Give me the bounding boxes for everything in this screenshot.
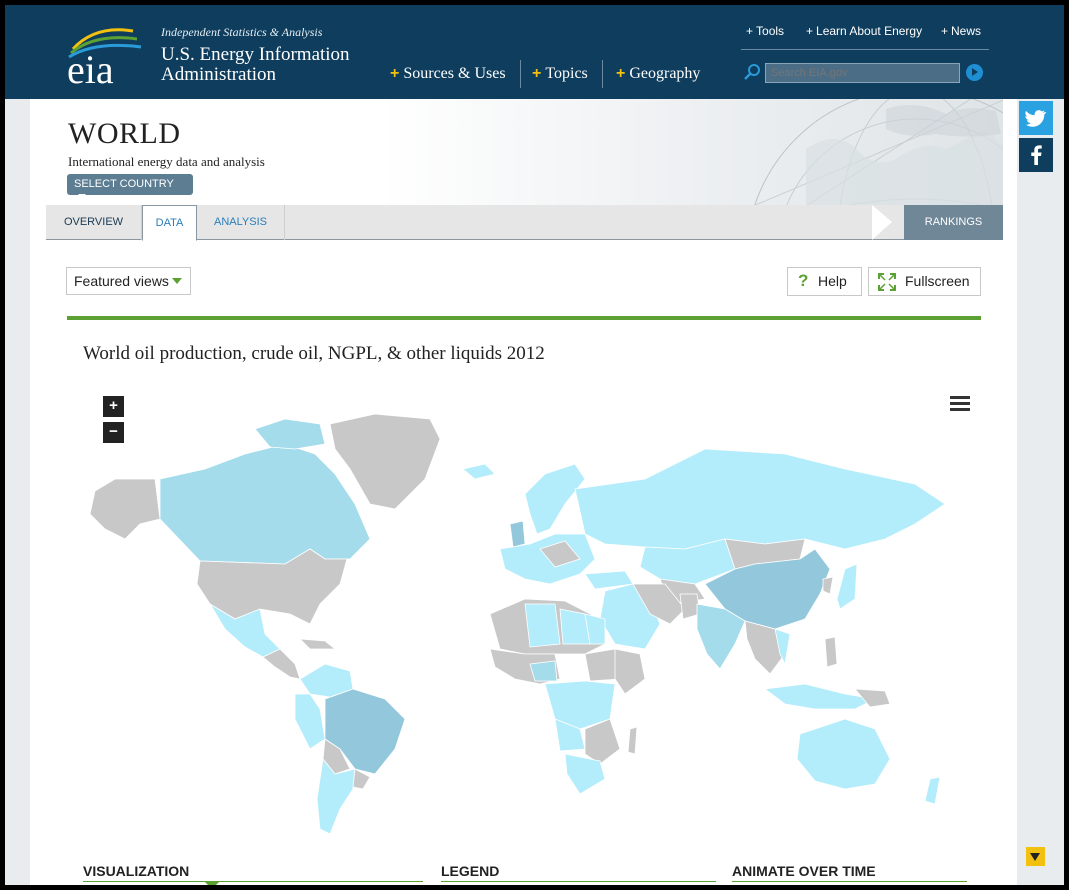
nav-divider: [602, 60, 603, 88]
divider: [732, 881, 967, 882]
facebook-button[interactable]: [1019, 138, 1053, 172]
nav-divider: [520, 60, 521, 88]
featured-views-dropdown[interactable]: Featured views: [66, 267, 191, 295]
region-madagascar: [627, 726, 638, 755]
region-korea: [822, 576, 834, 595]
divider: [83, 881, 423, 882]
tab-rankings[interactable]: RANKINGS: [904, 205, 1003, 240]
divider: [741, 49, 989, 50]
visualization-heading: VISUALIZATION: [83, 863, 190, 879]
region-japan: [836, 563, 858, 610]
region-caribbean: [298, 638, 337, 650]
scroll-down-button[interactable]: [1026, 847, 1045, 866]
page-frame: eia Independent Statistics & Analysis U.…: [5, 5, 1064, 885]
caret-down-icon: [78, 194, 86, 199]
plus-icon: +: [532, 65, 542, 82]
nav-geography[interactable]: + Geography: [616, 65, 700, 83]
region-algeria: [524, 603, 561, 648]
plus-icon: +: [806, 24, 814, 38]
region-uk: [509, 520, 526, 548]
nav-topics[interactable]: + Topics: [532, 65, 588, 83]
rankings-arrow: [872, 205, 892, 240]
globe-graphic: [754, 99, 1003, 205]
search-submit-button[interactable]: [966, 64, 983, 81]
caret-down-icon: [172, 278, 182, 284]
page-title: WORLD: [68, 117, 181, 150]
region-australia: [796, 718, 891, 790]
tab-analysis[interactable]: ANALYSIS: [197, 205, 285, 240]
fullscreen-button[interactable]: Fullscreen: [868, 267, 981, 296]
util-link-tools[interactable]: + Tools: [746, 24, 784, 38]
facebook-icon: [1031, 145, 1042, 165]
region-philippines: [824, 636, 838, 668]
page-banner: WORLD International energy data and anal…: [46, 99, 1003, 205]
region-norway: [524, 463, 586, 535]
plus-icon: +: [746, 24, 754, 38]
section-divider: [67, 316, 981, 320]
region-peru: [294, 693, 326, 750]
util-link-news[interactable]: + News: [941, 24, 981, 38]
animate-heading: ANIMATE OVER TIME: [732, 863, 876, 879]
page-subtitle: International energy data and analysis: [68, 154, 265, 169]
main-content: WORLD International energy data and anal…: [30, 99, 1017, 885]
map-title: World oil production, crude oil, NGPL, &…: [83, 343, 545, 364]
region-iceland: [462, 463, 496, 480]
nav-sources-uses[interactable]: + Sources & Uses: [390, 65, 506, 83]
plus-icon: +: [390, 65, 400, 82]
org-name-line2[interactable]: Administration: [161, 65, 276, 85]
region-indonesia: [763, 683, 877, 710]
region-nigeria: [529, 660, 558, 682]
eia-logo[interactable]: eia: [65, 19, 145, 89]
region-canada: [159, 443, 371, 565]
region-russia: [574, 448, 946, 550]
logo-text: eia: [67, 47, 114, 89]
org-name-line1[interactable]: U.S. Energy Information: [161, 45, 350, 65]
legend-heading: LEGEND: [441, 863, 500, 879]
util-link-learn[interactable]: + Learn About Energy: [806, 24, 922, 38]
select-country-dropdown[interactable]: SELECT COUNTRY: [67, 174, 193, 199]
tagline: Independent Statistics & Analysis: [161, 25, 323, 39]
plus-icon: +: [941, 24, 949, 38]
twitter-icon: [1025, 110, 1047, 127]
help-button[interactable]: ? Help: [787, 267, 862, 296]
world-map[interactable]: [85, 409, 970, 844]
region-arctic-islands: [254, 418, 326, 450]
search-icon: [744, 64, 760, 80]
region-east-africa: [614, 648, 646, 695]
tab-overview[interactable]: OVERVIEW: [46, 205, 142, 240]
twitter-button[interactable]: [1019, 101, 1053, 135]
search-input[interactable]: [765, 63, 960, 83]
site-header: eia Independent Statistics & Analysis U.…: [5, 5, 1064, 99]
tab-data[interactable]: DATA: [142, 205, 197, 241]
visualization-indicator: [205, 882, 219, 885]
plus-icon: +: [616, 65, 626, 82]
region-alaska: [89, 478, 161, 540]
divider: [441, 881, 716, 882]
expand-icon: [878, 273, 896, 291]
region-new-zealand: [924, 776, 941, 805]
tab-bar: OVERVIEW DATA ANALYSIS RANKINGS: [46, 205, 1003, 241]
question-icon: ?: [798, 271, 809, 290]
